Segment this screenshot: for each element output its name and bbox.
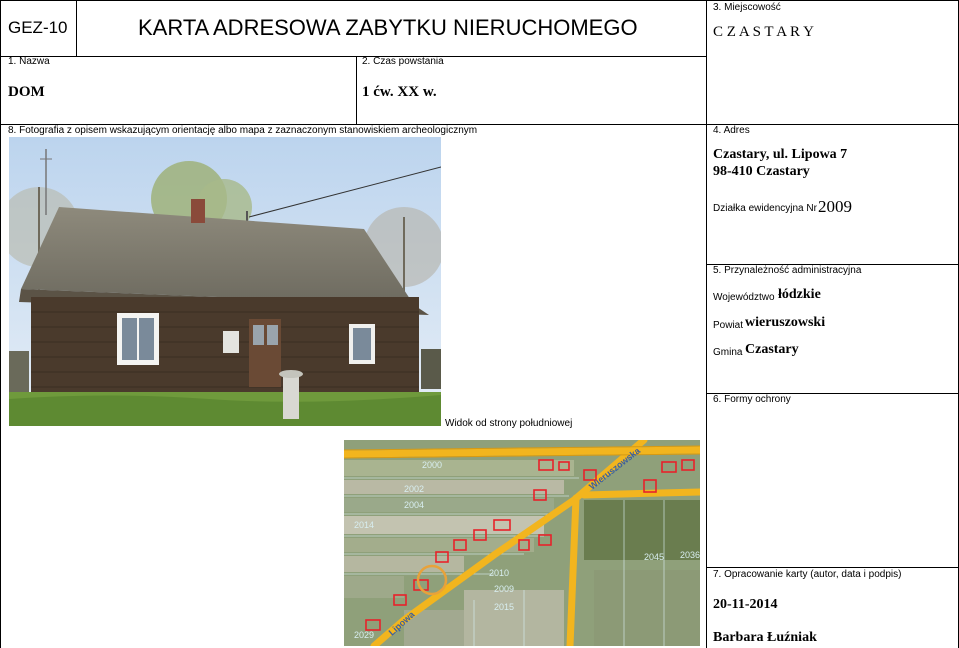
opracowanie-label: 7. Opracowanie karty (autor, data i podp… [713,569,902,580]
map-parcel-label: 2002 [404,484,424,494]
map-parcel-label: 2009 [494,584,514,594]
nazwa-value: DOM [8,84,45,100]
map-parcel-label: 2004 [404,500,424,510]
divider-right-column [706,0,707,648]
miejscowosc-value: C Z A S T A R Y [713,24,815,40]
map-parcel-label: 2010 [489,568,509,578]
card-code: GEZ-10 [8,18,68,37]
border-left [0,0,1,648]
gmina-label: Gmina [713,347,743,358]
gmina-value: Czastary [745,342,799,357]
photo-caption: Widok od strony południowej [445,418,573,429]
map-parcel-label: 2000 [422,460,442,470]
opracowanie-date: 20-11-2014 [713,597,778,612]
adres-line-2: 98-410 Czastary [713,164,810,179]
house-photo [9,137,441,426]
wojewodztwo-label: Województwo [713,292,775,303]
przynaleznosc-label: 5. Przynależność administracyjna [713,265,862,276]
formy-ochrony-label: 6. Formy ochrony [713,394,791,405]
divider-code [76,0,77,56]
miejscowosc-label: 3. Miejscowość [713,2,781,13]
adres-line-1: Czastary, ul. Lipowa 7 [713,147,848,162]
powiat-label: Powiat [713,320,744,331]
wojewodztwo-value: łódzkie [778,287,821,302]
border-top [0,0,959,1]
dzialka-value: 2009 [818,197,852,216]
opracowanie-author: Barbara Łuźniak [713,630,817,645]
adres-label: 4. Adres [713,125,750,136]
nazwa-label: 1. Nazwa [8,56,50,67]
map-parcel-label: 2015 [494,602,514,612]
divider-header [0,56,706,57]
map-parcel-label: 2014 [354,520,374,530]
powiat-value: wieruszowski [745,315,826,330]
map-parcel-label: 2036 [680,550,700,560]
divider-formy [706,567,959,568]
czas-value: 1 ćw. XX w. [362,84,437,100]
cadastral-map: 2000 2002 2004 2010 2009 2015 2014 2045 … [344,440,700,646]
divider-nazwa [356,56,357,124]
dzialka-label: Działka ewidencyjna Nr [713,203,817,214]
map-parcel-label: 2029 [354,630,374,640]
fotografia-label: 8. Fotografia z opisem wskazującym orien… [8,125,478,136]
map-parcel-label: 2045 [644,552,664,562]
czas-label: 2. Czas powstania [362,56,444,67]
card-title: KARTA ADRESOWA ZABYTKU NIERUCHOMEGO [138,15,638,40]
